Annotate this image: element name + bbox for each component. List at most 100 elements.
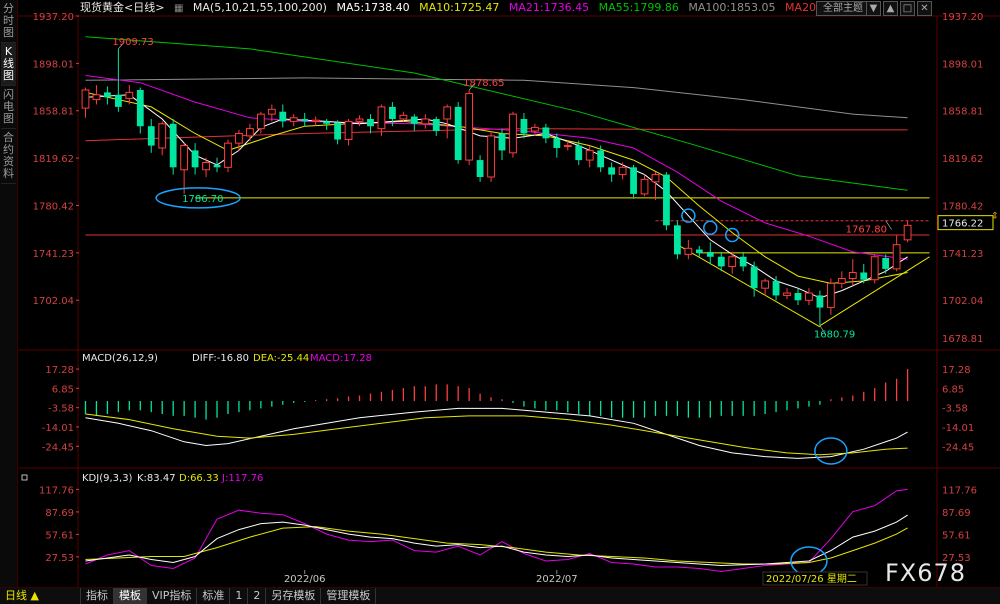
candle-body-up: [783, 292, 791, 296]
macd-dea-line: [85, 413, 908, 456]
toolbar-tab-0[interactable]: 指标: [81, 588, 114, 604]
candle-body-down: [575, 145, 583, 161]
low-axis-label: 1678.81: [942, 334, 983, 345]
price-ytick-right: 1898.01: [942, 59, 983, 70]
kdj-ytick-left: 117.76: [39, 485, 74, 496]
toolbar-tab-3[interactable]: 标准: [197, 588, 231, 604]
macd-title: MACD(26,12,9): [82, 353, 158, 364]
price-ytick-right: 1858.81: [942, 107, 983, 118]
xtick-label: 2022/07: [536, 574, 578, 585]
macd-legend-2: MACD:17.28: [310, 353, 372, 364]
price-ytick-right: 1741.23: [942, 249, 983, 260]
kdj-legend-0: K:83.47: [137, 473, 176, 484]
ma200-line: [85, 128, 908, 142]
candle-body-up: [870, 256, 879, 281]
price-ytick-right: 1937.20: [942, 12, 983, 23]
candle-body-up: [311, 119, 320, 122]
toolbar-tab-6[interactable]: 另存模板: [266, 588, 322, 604]
kdj-legend-1: D:66.33: [179, 473, 219, 484]
candle-body-up: [421, 118, 430, 125]
ma5-label: MA5:1738.40: [336, 1, 410, 14]
candle-body-down: [630, 167, 637, 194]
price-ytick-left: 1898.01: [33, 59, 74, 70]
candle-body-down: [301, 118, 309, 122]
candle-body-down: [454, 106, 462, 161]
candle-body-down: [432, 118, 440, 132]
candle-body-down: [717, 256, 725, 267]
sidebar: 分时图 K线图 闪电图 合约资料: [0, 0, 18, 587]
sidebar-tab-0[interactable]: 分时图: [1, 0, 16, 43]
candle-body-down: [663, 174, 670, 226]
sidebar-tab-2[interactable]: 闪电图: [1, 86, 16, 129]
macd-ytick-right: -14.01: [942, 423, 974, 434]
candle-body-up: [224, 142, 232, 168]
candle-body-down: [520, 118, 528, 134]
toolbar-tab-1[interactable]: 模板: [114, 588, 147, 604]
candle-body-up: [761, 280, 769, 289]
candle-body-down: [695, 249, 703, 254]
last-price-label: 1766.22: [942, 219, 983, 230]
candle-body-up: [81, 89, 90, 109]
toolbar-tab-5[interactable]: 2: [248, 588, 267, 604]
candle-body-up: [728, 256, 737, 267]
kdj-j-line: [85, 488, 908, 573]
candle-body-up: [805, 292, 813, 301]
candle-body-up: [443, 106, 452, 120]
maximize-button[interactable]: □: [900, 1, 915, 16]
close-button[interactable]: ✕: [917, 1, 932, 16]
xtick-label: 2022/06: [284, 574, 326, 585]
candle-body-up: [892, 244, 901, 270]
candle-body-up: [585, 149, 594, 161]
macd-ytick-left: 17.28: [45, 365, 74, 376]
candle-body-down: [476, 160, 484, 177]
candle-body-up: [92, 94, 101, 101]
price-ytick-left: 1819.62: [33, 154, 74, 165]
scroll-up-button[interactable]: ▲: [883, 1, 898, 16]
toolbar-tab-7[interactable]: 管理模板: [321, 588, 377, 604]
kdj-legend-2: J:117.76: [221, 473, 263, 484]
macd-ytick-right: -24.45: [942, 442, 974, 453]
candle-body-up: [848, 271, 857, 280]
candle-body-up: [256, 113, 265, 130]
macd-ytick-right: -3.58: [942, 404, 968, 415]
candle-body-down: [334, 122, 341, 140]
candle-body-up: [267, 108, 276, 115]
candle-body-down: [750, 266, 758, 289]
candle-body-up: [509, 113, 517, 154]
price-annotation: 1909.73: [112, 37, 153, 48]
kdj-ytick-right: 117.76: [942, 485, 977, 496]
kdj-settings-icon: [21, 474, 28, 481]
macd-legend-1: DEA:-25.44: [253, 353, 309, 364]
candle-body-down: [608, 167, 616, 175]
candle-body-down: [674, 225, 681, 255]
kdj-k-line: [85, 514, 908, 567]
candle-body-up: [684, 247, 693, 255]
theme-button[interactable]: 全部主题: [816, 1, 870, 16]
ma10-label: MA10:1725.47: [419, 1, 500, 14]
kdj-ytick-left: 87.69: [45, 508, 74, 519]
sidebar-tab-3[interactable]: 合约资料: [1, 129, 16, 184]
candle-body-down: [136, 89, 144, 127]
price-ytick-right: 1780.42: [942, 201, 983, 212]
toolbar-tab-2[interactable]: VIP指标: [147, 588, 198, 604]
price-ytick-left: 1858.81: [33, 107, 74, 118]
candle-body-down: [323, 121, 331, 124]
candle-body-down: [147, 126, 155, 146]
price-ytick-right: 1819.62: [942, 154, 983, 165]
candle-body-down: [816, 295, 824, 308]
candle-body-up: [826, 282, 835, 309]
toolbar-tab-4[interactable]: 1: [230, 588, 249, 604]
chart-type-icon[interactable]: ▦: [174, 3, 183, 14]
candle-body-up: [837, 278, 846, 284]
kdj-ytick-left: 27.53: [45, 553, 74, 564]
candle-body-down: [169, 123, 177, 168]
price-ytick-left: 1702.04: [33, 296, 74, 307]
scroll-down-button[interactable]: ▼: [866, 1, 881, 16]
chart-canvas[interactable]: 1937.20 1937.20 1898.01 1898.01 1858.81 1858.…: [0, 0, 1000, 603]
candle-body-up: [158, 123, 167, 149]
period-selector[interactable]: 日线 ▲: [0, 588, 81, 604]
trendline-0: [677, 244, 821, 328]
price-ytick-left: 1741.23: [33, 249, 74, 260]
sidebar-tab-1[interactable]: K线图: [1, 43, 16, 86]
candle-body-down: [553, 138, 561, 148]
